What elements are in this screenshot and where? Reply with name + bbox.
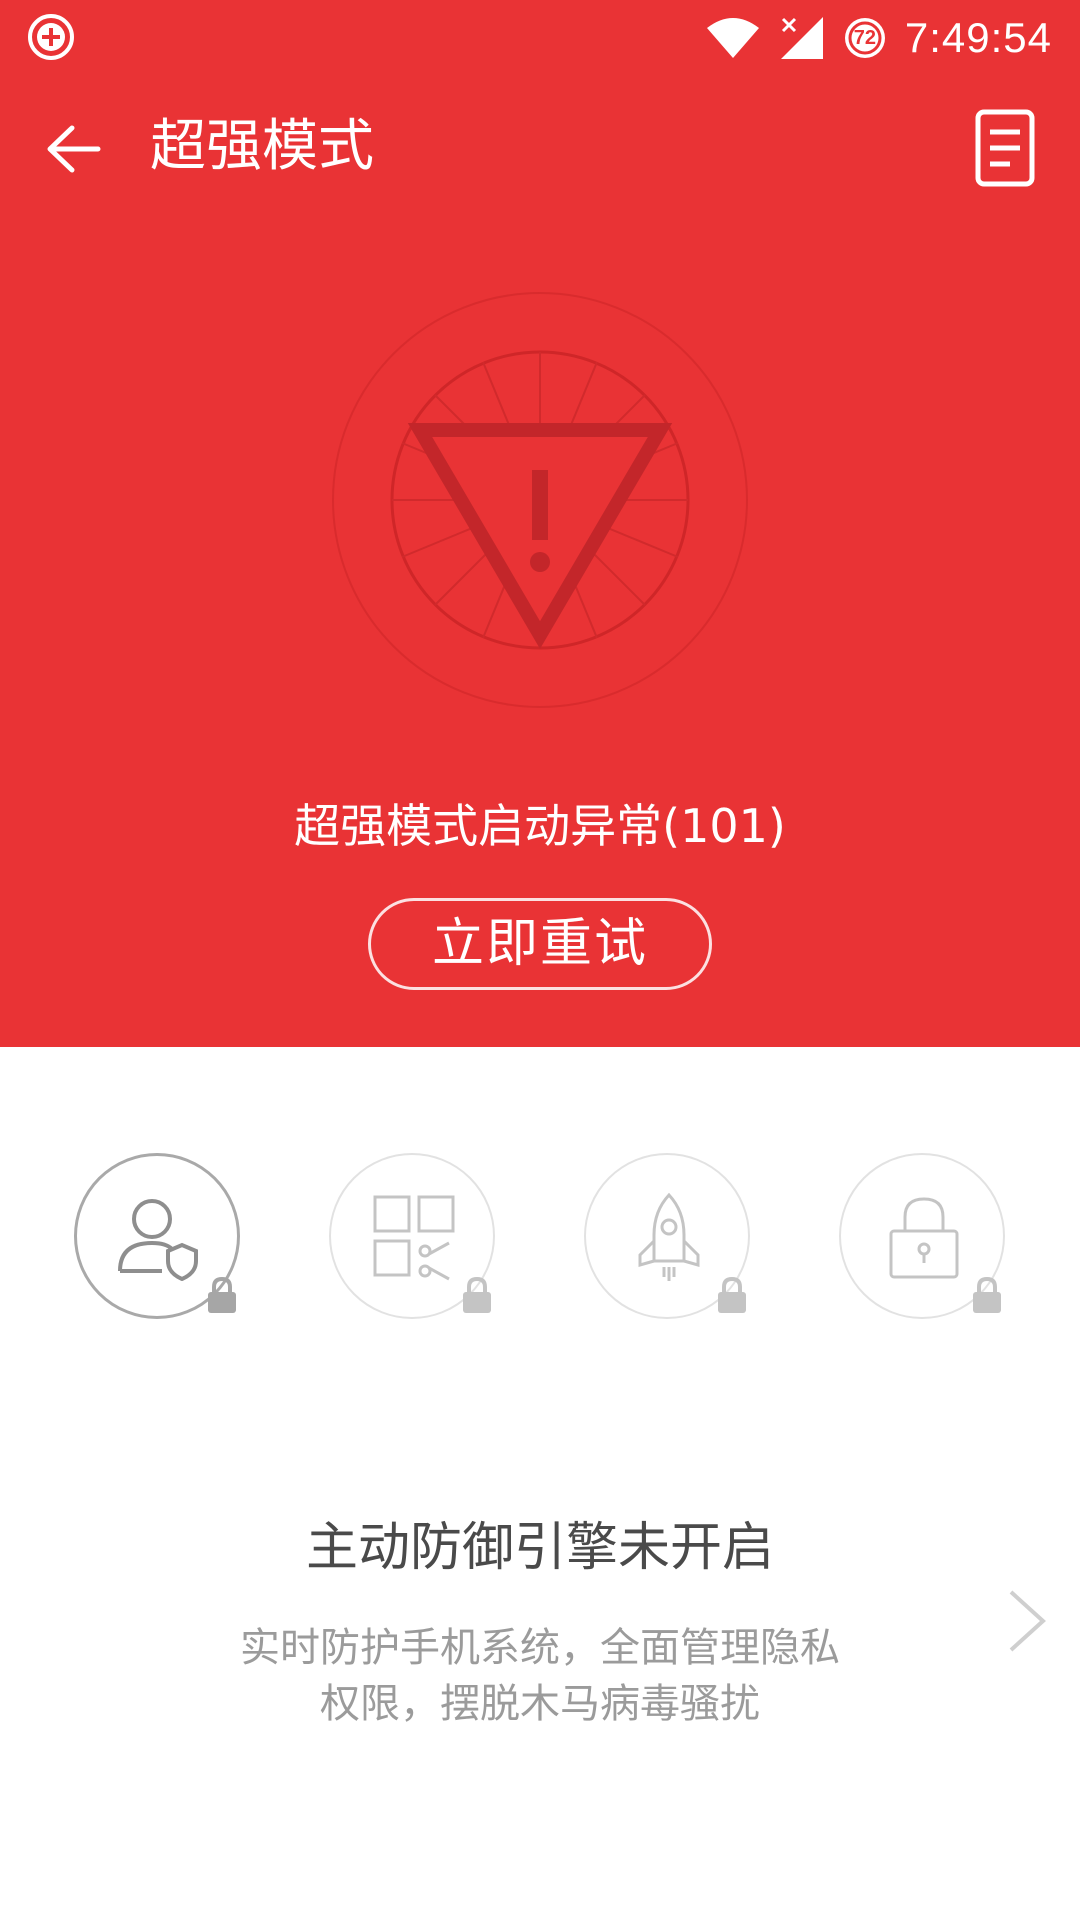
status-right-group: 72 7:49:54 bbox=[705, 10, 1052, 66]
engine-description: 实时防护手机系统，全面管理隐私 权限，摆脱木马病毒骚扰 bbox=[210, 1620, 870, 1732]
battery-badge: 72 bbox=[843, 16, 887, 60]
error-message: 超强模式启动异常(101) bbox=[294, 799, 786, 853]
engine-description-line: 实时防护手机系统，全面管理隐私 bbox=[240, 1625, 840, 1671]
status-bar: 72 7:49:54 bbox=[0, 0, 1080, 74]
retry-button[interactable]: 立即重试 bbox=[368, 898, 712, 990]
lock-badge-icon bbox=[208, 1276, 236, 1313]
feature-app-management[interactable] bbox=[329, 1153, 499, 1323]
security-app-icon bbox=[28, 14, 74, 60]
app-bar: 超强模式 bbox=[0, 74, 1080, 222]
battery-level: 72 bbox=[853, 27, 876, 49]
hero-banner: 72 7:49:54 超强模式 超强模式启动异常(101) 立即重试 bbox=[0, 0, 1080, 1047]
lock-badge-icon bbox=[973, 1276, 1001, 1313]
page-title: 超强模式 bbox=[150, 114, 374, 179]
app-grid-scissors-icon bbox=[373, 1195, 455, 1281]
engine-title: 主动防御引擎未开启 bbox=[305, 1518, 774, 1578]
rocket-icon bbox=[638, 1192, 700, 1281]
feature-speed-boost[interactable] bbox=[584, 1153, 754, 1323]
signal-no-sim-icon bbox=[780, 17, 823, 59]
feature-row bbox=[0, 1153, 1080, 1323]
status-time: 7:49:54 bbox=[904, 14, 1052, 61]
screen: 72 7:49:54 超强模式 超强模式启动异常(101) 立即重试 主动防御引… bbox=[0, 0, 1080, 1920]
warning-emblem-icon bbox=[332, 292, 748, 708]
lock-badge-icon bbox=[718, 1276, 746, 1313]
feature-app-lock[interactable] bbox=[839, 1153, 1009, 1323]
back-arrow-icon[interactable] bbox=[38, 114, 108, 184]
engine-description-line: 权限，摆脱木马病毒骚扰 bbox=[320, 1681, 760, 1727]
log-document-icon[interactable] bbox=[964, 104, 1044, 192]
padlock-icon bbox=[889, 1197, 959, 1279]
wifi-icon bbox=[706, 18, 759, 58]
lock-badge-icon bbox=[463, 1276, 491, 1313]
feature-privacy-protection[interactable] bbox=[74, 1153, 244, 1323]
user-shield-icon bbox=[118, 1199, 198, 1281]
chevron-right-icon[interactable] bbox=[1005, 1588, 1049, 1654]
